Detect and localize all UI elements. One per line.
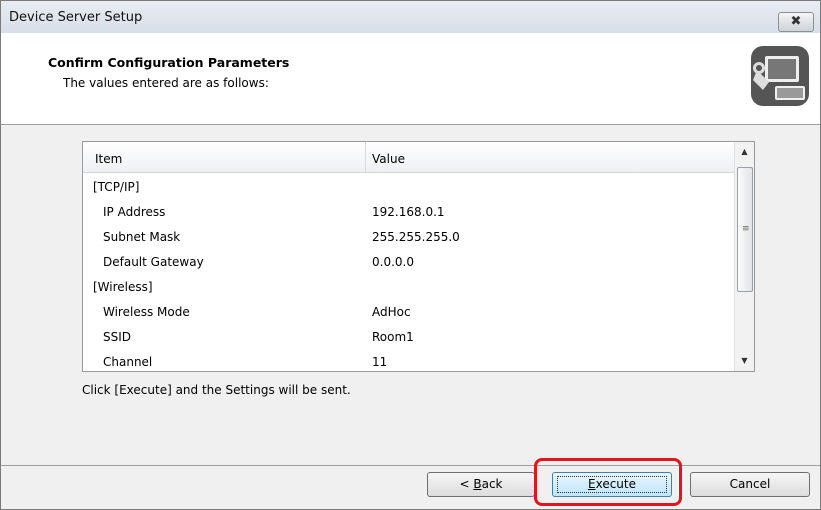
item-label: [TCP/IP]	[93, 180, 140, 194]
window-title: Device Server Setup	[9, 10, 143, 25]
list-header: Item Value	[83, 142, 734, 173]
item-label: Subnet Mask	[103, 230, 181, 244]
column-header-value[interactable]: Value	[372, 152, 405, 166]
item-value: 255.255.255.0	[372, 230, 460, 244]
list-item[interactable]: Channel 11	[83, 349, 734, 371]
close-icon: ✖	[790, 14, 802, 29]
column-header-item[interactable]: Item	[95, 152, 122, 166]
item-label: Channel	[103, 355, 153, 369]
instruction-text: Click [Execute] and the Settings will be…	[82, 383, 351, 397]
item-label: IP Address	[103, 205, 166, 219]
list-item[interactable]: [TCP/IP]	[83, 174, 734, 199]
item-value: 192.168.0.1	[372, 205, 445, 219]
footer-divider	[1, 465, 820, 466]
config-listview[interactable]: Item Value [TCP/IP] IP Address 192.168.0…	[82, 141, 755, 372]
item-value: 11	[372, 355, 388, 369]
cancel-button[interactable]: Cancel	[690, 472, 810, 497]
item-label: SSID	[103, 330, 132, 344]
execute-highlight-box	[534, 458, 682, 506]
wizard-header: Confirm Configuration Parameters The val…	[1, 33, 820, 125]
scroll-up-arrow-icon[interactable]: ▲	[735, 142, 754, 162]
back-label-rest: ack	[481, 477, 503, 491]
vertical-scrollbar[interactable]: ▲ ≡ ▼	[734, 142, 754, 371]
item-label: Default Gateway	[103, 255, 204, 269]
scroll-down-arrow-icon[interactable]: ▼	[735, 351, 754, 371]
list-item[interactable]: Default Gateway 0.0.0.0	[83, 249, 734, 274]
list-item[interactable]: Subnet Mask 255.255.255.0	[83, 224, 734, 249]
back-label-prefix: <	[459, 477, 474, 491]
item-value: AdHoc	[372, 305, 411, 319]
device-setup-icon	[751, 46, 809, 106]
title-bar: Device Server Setup ✖	[1, 1, 820, 33]
back-button[interactable]: < Back	[427, 472, 535, 497]
scrollbar-thumb[interactable]: ≡	[737, 167, 753, 292]
page-subtitle: The values entered are as follows:	[63, 76, 269, 90]
page-title: Confirm Configuration Parameters	[48, 55, 290, 70]
item-label: Wireless Mode	[103, 305, 190, 319]
grip-icon: ≡	[742, 224, 750, 234]
list-item[interactable]: [Wireless]	[83, 274, 734, 299]
column-divider[interactable]	[365, 142, 366, 172]
list-item[interactable]: SSID Room1	[83, 324, 734, 349]
close-button[interactable]: ✖	[778, 12, 814, 32]
setup-dialog: Device Server Setup ✖ Confirm Configurat…	[0, 0, 821, 510]
item-value: 0.0.0.0	[372, 255, 414, 269]
list-item[interactable]: Wireless Mode AdHoc	[83, 299, 734, 324]
item-value: Room1	[372, 330, 414, 344]
item-label: [Wireless]	[93, 280, 153, 294]
back-mnemonic: B	[473, 477, 482, 491]
list-item[interactable]: IP Address 192.168.0.1	[83, 199, 734, 224]
